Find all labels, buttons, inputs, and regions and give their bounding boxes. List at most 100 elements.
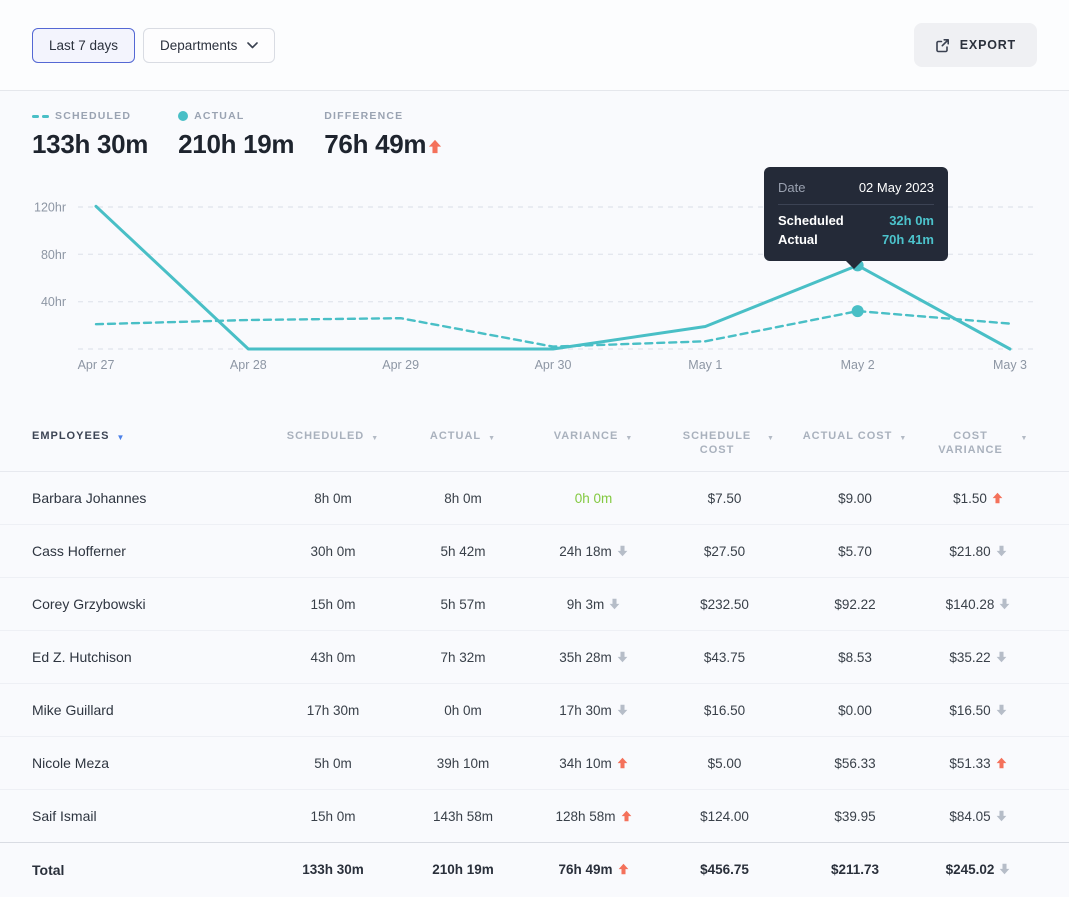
svg-text:80hr: 80hr <box>41 248 66 262</box>
variance-hours: 34h 10m <box>528 756 659 771</box>
arrow-up-icon <box>428 129 442 160</box>
tooltip-divider <box>778 204 934 205</box>
actual-hours: 5h 57m <box>440 596 486 612</box>
sort-icon: ▼ <box>899 435 908 442</box>
table-row: Corey Grzybowski 15h 0m 5h 57m 9h 3m $232.50… <box>0 578 1069 631</box>
scheduled-hours: 30h 0m <box>310 543 356 559</box>
arrow-down-icon <box>996 704 1006 715</box>
stat-scheduled: SCHEDULED 133h 30m <box>32 110 148 160</box>
actual-cost: $8.53 <box>838 649 872 665</box>
arrow-up-icon <box>429 139 442 154</box>
table-header: EMPLOYEES ▼ SCHEDULED ▼ ACTUAL ▼ VARIANC… <box>0 413 1069 472</box>
arrow-down-icon <box>996 810 1006 821</box>
arrow-up-icon <box>617 757 628 768</box>
stat-actual-value: 210h 19m <box>178 129 295 159</box>
column-header-schedule-cost[interactable]: SCHEDULE COST ▼ <box>659 429 790 471</box>
scheduled-hours: 133h 30m <box>302 862 364 877</box>
sort-icon: ▼ <box>116 433 126 442</box>
variance-hours: 17h 30m <box>528 703 659 718</box>
stat-difference: DIFFERENCE 76h 49m <box>324 110 442 160</box>
actual-hours: 5h 42m <box>440 543 486 559</box>
variance-hours: 9h 3m <box>528 597 659 612</box>
period-filter-label: Last 7 days <box>49 37 119 53</box>
actual-hours: 39h 10m <box>436 755 490 771</box>
arrow-down-icon <box>996 651 1006 662</box>
svg-text:Apr 28: Apr 28 <box>230 358 267 372</box>
actual-hours: 0h 0m <box>444 702 482 718</box>
cost-variance: $16.50 <box>920 703 1036 718</box>
employee-name: Cass Hofferner <box>32 543 126 559</box>
scheduled-hours: 5h 0m <box>314 755 352 771</box>
stat-actual: ACTUAL 210h 19m <box>178 110 295 160</box>
employee-name: Nicole Meza <box>32 755 110 771</box>
schedule-cost: $456.75 <box>700 862 749 877</box>
scheduled-hours: 15h 0m <box>310 808 356 824</box>
table-row: Nicole Meza 5h 0m 39h 10m 34h 10m $5.00 $56.3… <box>0 737 1069 790</box>
arrow-up-icon <box>992 492 1003 503</box>
column-header-actual-cost[interactable]: ACTUAL COST ▼ <box>790 429 920 471</box>
sort-icon: ▼ <box>625 435 634 442</box>
actual-cost: $92.22 <box>834 596 876 612</box>
svg-text:Apr 30: Apr 30 <box>535 358 572 372</box>
column-header-scheduled[interactable]: SCHEDULED ▼ <box>268 429 398 471</box>
scheduled-hours: 15h 0m <box>310 596 356 612</box>
export-button[interactable]: EXPORT <box>913 23 1037 67</box>
sort-icon: ▼ <box>488 435 497 442</box>
table-row: Mike Guillard 17h 30m 0h 0m 17h 30m $16.50 $0… <box>0 684 1069 737</box>
stat-difference-label: DIFFERENCE <box>324 110 404 122</box>
actual-hours: 210h 19m <box>432 862 494 877</box>
column-header-cost-variance[interactable]: COST VARIANCE ▼ <box>920 429 1036 471</box>
arrow-down-icon <box>1000 863 1010 875</box>
actual-cost: $211.73 <box>830 862 880 877</box>
employee-name: Total <box>32 861 65 878</box>
summary-stats: SCHEDULED 133h 30m ACTUAL 210h 19m DIFFE… <box>32 110 442 160</box>
stat-scheduled-label: SCHEDULED <box>55 110 132 122</box>
scheduled-hours: 17h 30m <box>306 702 360 718</box>
schedule-cost: $232.50 <box>700 596 749 612</box>
schedule-cost: $124.00 <box>700 808 749 824</box>
scheduled-hours: 43h 0m <box>310 649 356 665</box>
table-row: Cass Hofferner 30h 0m 5h 42m 24h 18m $27.50 $… <box>0 525 1069 578</box>
sort-icon: ▼ <box>1020 435 1029 442</box>
chart-tooltip: Date 02 May 2023 Scheduled 32h 0m Actual… <box>764 167 948 269</box>
departments-label: Departments <box>160 37 238 53</box>
tooltip-scheduled-label: Scheduled <box>778 213 844 228</box>
period-filter-button[interactable]: Last 7 days <box>32 27 136 63</box>
tooltip-actual-value: 70h 41m <box>881 232 934 247</box>
tooltip-date-label: Date <box>778 180 806 195</box>
table-total-row: Total 133h 30m 210h 19m 76h 49m $456.75 $211.… <box>0 842 1069 896</box>
schedule-cost: $5.00 <box>707 755 742 771</box>
svg-text:May 2: May 2 <box>841 358 875 372</box>
cost-variance: $1.50 <box>920 491 1036 506</box>
svg-text:May 3: May 3 <box>993 358 1027 372</box>
column-header-actual[interactable]: ACTUAL ▼ <box>398 429 528 471</box>
actual-cost: $9.00 <box>838 490 872 506</box>
arrow-up-icon <box>621 810 631 821</box>
svg-text:May 1: May 1 <box>688 358 722 372</box>
schedule-cost: $7.50 <box>707 490 742 506</box>
employee-name: Ed Z. Hutchison <box>32 649 132 665</box>
column-header-variance[interactable]: VARIANCE ▼ <box>528 429 659 471</box>
cost-variance: $140.28 <box>920 597 1036 612</box>
departments-dropdown[interactable]: Departments <box>143 27 276 63</box>
table-body: Barbara Johannes 8h 0m 8h 0m 0h 0m $7.50 $9.0… <box>0 472 1069 896</box>
column-header-employees[interactable]: EMPLOYEES ▼ <box>32 429 268 471</box>
cost-variance: $21.80 <box>920 544 1036 559</box>
arrow-down-icon <box>617 704 628 715</box>
table-row: Saif Ismail 15h 0m 143h 58m 128h 58m $124.00… <box>0 790 1069 843</box>
actual-legend-icon <box>178 111 189 121</box>
sort-icon: ▼ <box>767 435 775 442</box>
cost-variance: $35.22 <box>920 650 1036 665</box>
actual-cost: $39.95 <box>834 808 876 824</box>
toolbar: Last 7 days Departments EXPORT <box>0 0 1069 91</box>
stat-actual-label: ACTUAL <box>194 110 245 122</box>
sort-icon: ▼ <box>371 435 380 442</box>
variance-hours: 0h 0m <box>574 490 613 506</box>
employees-table: EMPLOYEES ▼ SCHEDULED ▼ ACTUAL ▼ VARIANC… <box>0 413 1069 896</box>
tooltip-date-value: 02 May 2023 <box>858 180 934 195</box>
arrow-down-icon <box>617 651 628 662</box>
stat-difference-value: 76h 49m <box>324 129 427 159</box>
svg-text:40hr: 40hr <box>41 295 66 309</box>
tooltip-scheduled-value: 32h 0m <box>889 213 934 228</box>
variance-hours: 76h 49m <box>528 862 659 877</box>
